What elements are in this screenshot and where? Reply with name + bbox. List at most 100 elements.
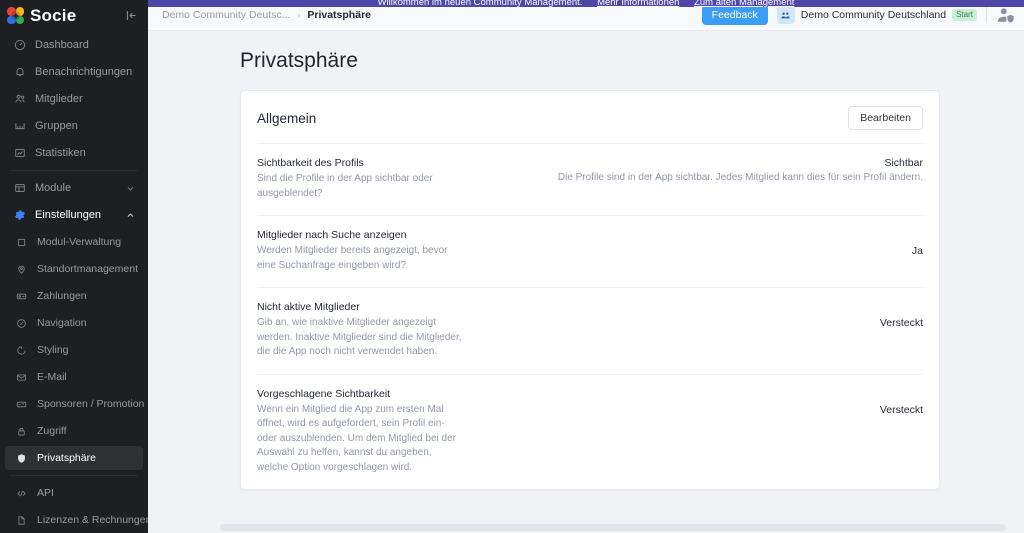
horizontal-scrollbar[interactable] xyxy=(148,521,1024,533)
announcement-banner: Willkommen im neuen Community Management… xyxy=(148,0,1024,7)
sidebar-item-standortmanagement[interactable]: Standortmanagement xyxy=(5,257,143,281)
sidebar-item-label: Navigation xyxy=(37,317,87,329)
sidebar-item-sponsoren-promotion[interactable]: Sponsoren / Promotion xyxy=(5,392,145,416)
setting-row-info: Nicht aktive Mitglieder Gib an, wie inak… xyxy=(257,301,462,360)
sidebar-item-dashboard[interactable]: Dashboard xyxy=(5,33,143,57)
sidebar-item-styling[interactable]: Styling xyxy=(5,338,143,362)
shield-icon xyxy=(15,453,28,464)
breadcrumb: Demo Community Deutsc... › Privatsphäre xyxy=(162,9,371,21)
setting-description: Gib an, wie inaktive Mitglieder angezeig… xyxy=(257,317,462,357)
banner-icon xyxy=(15,399,28,410)
setting-label: Mitglieder nach Suche anzeigen xyxy=(257,229,407,241)
grid-icon xyxy=(13,182,26,194)
setting-description: Wenn ein Mitglied die App zum ersten Mal… xyxy=(257,403,456,473)
setting-row-info: Vorgeschlagene Sichtbarkeit Wenn ein Mit… xyxy=(257,388,462,476)
sidebar-item-label: Mitglieder xyxy=(35,93,83,105)
sidebar-item-label: Modul-Verwaltung xyxy=(37,236,122,248)
sidebar-item-module[interactable]: Module xyxy=(5,176,143,200)
lock-icon xyxy=(15,426,28,437)
sidebar-item-api[interactable]: API xyxy=(5,481,143,505)
sidebar-divider xyxy=(10,170,138,171)
dashboard-icon xyxy=(13,39,26,51)
breadcrumb-separator-icon: › xyxy=(297,10,301,20)
card-title: Allgemein xyxy=(257,110,317,126)
brand: Socie xyxy=(0,0,148,31)
horizontal-scrollbar-thumb[interactable] xyxy=(220,524,1006,531)
chart-icon xyxy=(13,147,26,159)
pin-icon xyxy=(15,264,28,275)
sidebar-item-label: E-Mail xyxy=(37,371,67,383)
groups-icon xyxy=(13,120,26,132)
sidebar-item-label: Module xyxy=(35,182,72,194)
content-area: Privatsphäre Allgemein Bearbeiten Sichtb… xyxy=(148,31,1024,533)
card-header: Allgemein Bearbeiten xyxy=(257,91,923,143)
brand-name: Socie xyxy=(30,6,77,25)
setting-row: Sichtbarkeit des Profils Sind die Profil… xyxy=(257,143,923,215)
sidebar-item-modul-verwaltung[interactable]: Modul-Verwaltung xyxy=(5,230,143,254)
collapse-panel-icon[interactable] xyxy=(122,7,140,25)
chevron-down-icon xyxy=(126,184,135,193)
topbar-divider xyxy=(986,7,987,23)
card-icon xyxy=(15,291,28,302)
sidebar-item-statistiken[interactable]: Statistiken xyxy=(5,141,143,165)
setting-row-value: Versteckt xyxy=(462,301,923,345)
sidebar-divider xyxy=(10,475,138,476)
community-name: Demo Community Deutschland xyxy=(800,9,947,21)
sidebar-item-label: Gruppen xyxy=(35,120,78,132)
sidebar-item-benachrichtigungen[interactable]: Benachrichtigungen xyxy=(5,60,143,84)
setting-label: Sichtbarkeit des Profils xyxy=(257,157,364,169)
setting-row: Mitglieder nach Suche anzeigen Werden Mi… xyxy=(257,215,923,287)
setting-label: Vorgeschlagene Sichtbarkeit xyxy=(257,387,391,400)
sidebar-item-label: API xyxy=(37,487,54,499)
sidebar-item-label: Sponsoren / Promotion xyxy=(37,398,145,410)
sidebar-item-zahlungen[interactable]: Zahlungen xyxy=(5,284,143,308)
feedback-button[interactable]: Feedback xyxy=(701,5,768,25)
compass-icon xyxy=(15,318,28,329)
setting-value: Versteckt xyxy=(879,317,923,329)
edit-button[interactable]: Bearbeiten xyxy=(848,106,923,130)
breadcrumb-parent[interactable]: Demo Community Deutsc... xyxy=(162,9,290,21)
sidebar-item-lizenzen-rechnungen[interactable]: Lizenzen & Rechnungen xyxy=(5,508,148,532)
square-icon xyxy=(15,237,28,248)
sidebar-item-privatsphare[interactable]: Privatsphäre xyxy=(5,446,143,470)
sidebar-item-label: Benachrichtigungen xyxy=(35,66,133,78)
app-root: Socie Dashboard Benachrichtigungen Mitgl… xyxy=(0,0,1024,533)
code-icon xyxy=(15,488,28,499)
plan-badge: Start xyxy=(952,8,977,22)
sidebar-item-navigation[interactable]: Navigation xyxy=(5,311,143,335)
breadcrumb-current: Privatsphäre xyxy=(307,9,371,21)
sidebar-item-label: Standortmanagement xyxy=(37,263,138,275)
document-icon xyxy=(15,515,28,526)
setting-row: Nicht aktive Mitglieder Gib an, wie inak… xyxy=(257,287,923,374)
setting-row-value: Sichtbar Die Profile sind in der App sic… xyxy=(462,157,923,183)
sidebar-item-zugriff[interactable]: Zugriff xyxy=(5,419,143,443)
sidebar: Socie Dashboard Benachrichtigungen Mitgl… xyxy=(0,0,148,533)
setting-row-info: Mitglieder nach Suche anzeigen Werden Mi… xyxy=(257,229,462,273)
sidebar-item-email[interactable]: E-Mail xyxy=(5,365,143,389)
setting-value: Sichtbar xyxy=(884,157,923,169)
setting-value: Versteckt xyxy=(879,403,923,416)
main-pane: Willkommen im neuen Community Management… xyxy=(148,0,1024,533)
setting-label: Nicht aktive Mitglieder xyxy=(257,301,360,313)
chevron-up-icon xyxy=(126,211,135,220)
user-shield-icon[interactable] xyxy=(996,6,1015,25)
settings-card: Allgemein Bearbeiten Sichtbarkeit des Pr… xyxy=(240,90,940,490)
community-switcher[interactable]: Demo Community Deutschland Start xyxy=(776,6,977,24)
mail-icon xyxy=(15,372,28,383)
setting-row-value: Versteckt xyxy=(462,388,923,432)
bell-icon xyxy=(13,66,26,78)
community-icon xyxy=(776,6,795,24)
setting-row: Vorgeschlagene Sichtbarkeit Wenn ein Mit… xyxy=(257,373,923,490)
announcement-link-old-management[interactable]: Zum alten Management xyxy=(694,0,794,7)
sidebar-item-einstellungen[interactable]: Einstellungen xyxy=(5,203,143,227)
sidebar-item-label: Privatsphäre xyxy=(37,452,96,464)
announcement-link-more-info[interactable]: Mehr Informationen xyxy=(597,0,679,7)
sidebar-item-label: Lizenzen & Rechnungen xyxy=(37,514,148,526)
sidebar-item-label: Dashboard xyxy=(35,39,89,51)
sidebar-item-label: Statistiken xyxy=(35,147,86,159)
members-icon xyxy=(13,93,26,105)
sidebar-item-mitglieder[interactable]: Mitglieder xyxy=(5,87,143,111)
sidebar-item-gruppen[interactable]: Gruppen xyxy=(5,114,143,138)
sidebar-item-label: Styling xyxy=(37,344,69,356)
setting-description: Sind die Profile in der App sichtbar ode… xyxy=(257,173,433,199)
